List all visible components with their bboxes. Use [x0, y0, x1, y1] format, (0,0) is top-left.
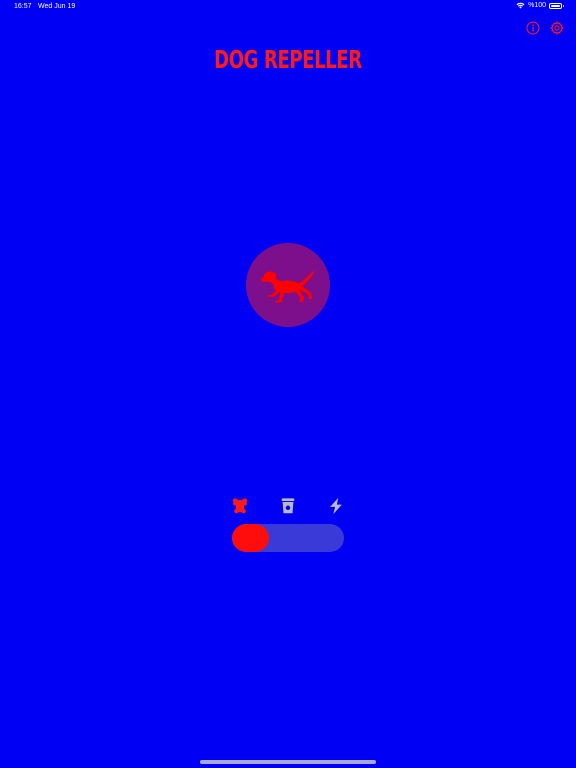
info-icon	[526, 21, 540, 35]
mode-selector-icons	[228, 495, 350, 517]
battery-icon	[549, 2, 564, 9]
status-indicators: %100	[516, 2, 564, 9]
page-title: DOG REPELLER	[214, 45, 362, 74]
mode-bone[interactable]	[229, 495, 251, 517]
status-time: 16:57	[14, 3, 32, 10]
wifi-icon	[516, 2, 525, 9]
status-date: Wed Jun 19	[38, 3, 76, 10]
mode-slider[interactable]	[232, 524, 344, 552]
mode-flash[interactable]	[325, 495, 347, 517]
repel-button[interactable]	[246, 243, 330, 327]
bone-icon	[232, 498, 248, 514]
dog-running-icon	[261, 270, 315, 303]
lightning-icon	[330, 497, 342, 515]
app-screen: 16:57 Wed Jun 19 %100 DOG REPELLER	[0, 0, 576, 768]
info-button[interactable]	[525, 20, 541, 36]
status-bar: 16:57 Wed Jun 19 %100	[0, 0, 576, 14]
settings-button[interactable]	[549, 20, 565, 36]
home-indicator[interactable]	[200, 760, 376, 764]
gear-icon	[550, 21, 564, 35]
mode-whistle[interactable]	[277, 495, 299, 517]
whistle-icon	[281, 498, 295, 514]
mode-slider-thumb[interactable]	[232, 524, 269, 552]
battery-percent: %100	[528, 2, 546, 9]
